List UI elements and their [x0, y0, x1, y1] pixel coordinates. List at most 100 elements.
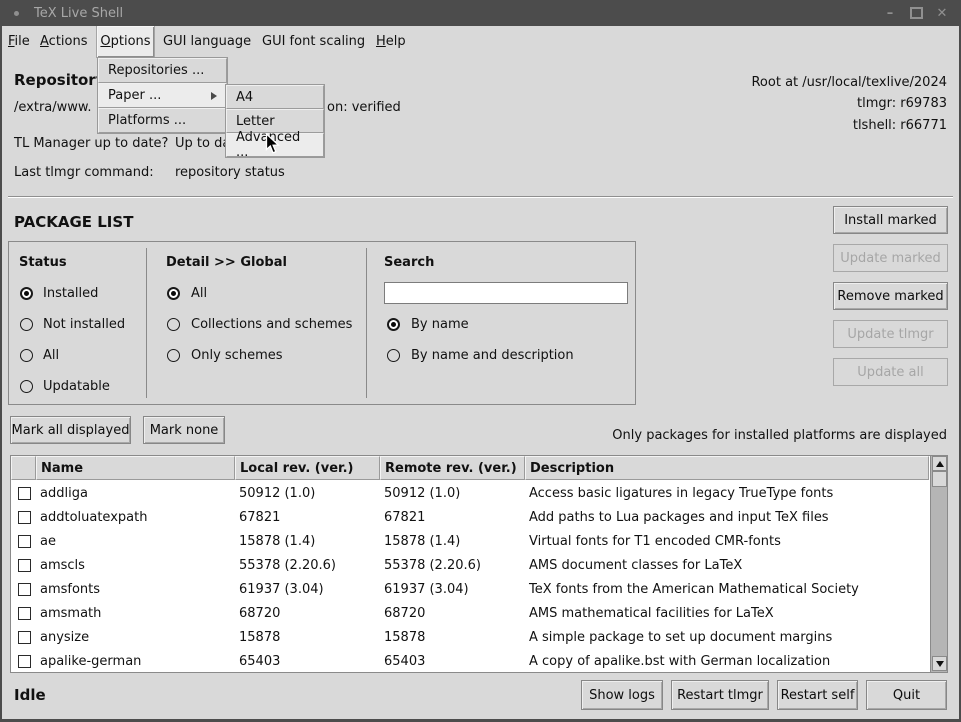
detail-option-schemes[interactable]: Only schemes	[191, 348, 283, 363]
cell-name: amsmath	[36, 601, 235, 625]
table-row[interactable]: amsfonts 61937 (3.04) 61937 (3.04) TeX f…	[11, 577, 929, 601]
install-marked-button[interactable]: Install marked	[833, 206, 948, 234]
restart-tlmgr-button[interactable]: Restart tlmgr	[671, 680, 769, 710]
root-path: Root at /usr/local/texlive/2024	[751, 75, 947, 90]
cell-name: anysize	[36, 625, 235, 649]
scrollbar-thumb[interactable]	[932, 471, 947, 487]
scrollbar-up-icon[interactable]	[932, 456, 947, 471]
table-row[interactable]: amscls 55378 (2.20.6) 55378 (2.20.6) AMS…	[11, 553, 929, 577]
menu-item-paper[interactable]: Paper ...	[98, 83, 227, 108]
menu-item-repositories[interactable]: Repositories ...	[98, 58, 227, 83]
row-checkbox[interactable]	[18, 607, 31, 620]
menu-file[interactable]: File	[8, 26, 30, 57]
remove-marked-button[interactable]: Remove marked	[833, 282, 948, 310]
cell-desc: A copy of apalike.bst with German locali…	[525, 649, 929, 673]
status-radio-not-installed[interactable]	[20, 318, 33, 331]
options-dropdown: Repositories ... Paper ... Platforms ...	[97, 57, 228, 134]
table-header-row: Name Local rev. (ver.) Remote rev. (ver.…	[11, 456, 929, 480]
menu-gui-font-scaling[interactable]: GUI font scaling	[262, 26, 365, 57]
menu-help[interactable]: Help	[376, 26, 406, 57]
status-state: Idle	[14, 686, 46, 704]
cell-remote: 65403	[380, 649, 525, 673]
minimize-icon[interactable]: –	[877, 3, 903, 23]
cell-name: apalike-german	[36, 649, 235, 673]
detail-radio-collections[interactable]	[167, 318, 180, 331]
cell-remote: 55378 (2.20.6)	[380, 553, 525, 577]
cell-local: 15878 (1.4)	[235, 529, 380, 553]
show-logs-button[interactable]: Show logs	[581, 680, 663, 710]
row-checkbox[interactable]	[18, 631, 31, 644]
close-icon[interactable]: ✕	[929, 3, 955, 23]
window-title: TeX Live Shell	[34, 6, 123, 21]
status-option-installed[interactable]: Installed	[43, 286, 98, 301]
header-remote-rev[interactable]: Remote rev. (ver.)	[380, 456, 525, 480]
window-border-left	[0, 0, 2, 722]
maximize-icon[interactable]	[903, 3, 929, 23]
search-option-by-name-desc[interactable]: By name and description	[411, 348, 574, 363]
detail-radio-all[interactable]	[167, 287, 180, 300]
repository-url: /extra/www.	[14, 100, 91, 115]
search-option-by-name[interactable]: By name	[411, 317, 469, 332]
package-list-heading: PACKAGE LIST	[14, 213, 133, 231]
repository-heading: Repository	[14, 71, 106, 89]
table-row[interactable]: apalike-german 65403 65403 A copy of apa…	[11, 649, 929, 673]
menu-actions[interactable]: Actions	[40, 26, 88, 57]
verification-status: on: verified	[327, 100, 401, 115]
menu-item-platforms[interactable]: Platforms ...	[98, 108, 227, 133]
uptodate-label: TL Manager up to date?	[14, 136, 168, 151]
mark-all-displayed-button[interactable]: Mark all displayed	[10, 416, 131, 444]
restart-self-button[interactable]: Restart self	[777, 680, 858, 710]
search-input[interactable]	[384, 282, 628, 304]
cell-name: ae	[36, 529, 235, 553]
mouse-cursor-icon	[265, 133, 280, 155]
update-all-button: Update all	[833, 358, 948, 386]
table-row[interactable]: anysize 15878 15878 A simple package to …	[11, 625, 929, 649]
row-checkbox[interactable]	[18, 559, 31, 572]
header-description[interactable]: Description	[525, 456, 929, 480]
row-checkbox[interactable]	[18, 583, 31, 596]
cell-name: amscls	[36, 553, 235, 577]
table-row[interactable]: ae 15878 (1.4) 15878 (1.4) Virtual fonts…	[11, 529, 929, 553]
row-checkbox[interactable]	[18, 487, 31, 500]
cell-remote: 67821	[380, 505, 525, 529]
row-checkbox[interactable]	[18, 655, 31, 668]
table-row[interactable]: amsmath 68720 68720 AMS mathematical fac…	[11, 601, 929, 625]
cell-desc: Access basic ligatures in legacy TrueTyp…	[525, 481, 929, 505]
filter-separator-1	[146, 248, 147, 398]
filter-separator-2	[366, 248, 367, 398]
detail-option-collections[interactable]: Collections and schemes	[191, 317, 352, 332]
mark-none-button[interactable]: Mark none	[143, 416, 225, 444]
cell-remote: 15878	[380, 625, 525, 649]
table-row[interactable]: addtoluatexpath 67821 67821 Add paths to…	[11, 505, 929, 529]
submenu-item-a4[interactable]: A4	[226, 85, 324, 109]
header-name[interactable]: Name	[36, 456, 235, 480]
section-separator-highlight	[8, 197, 953, 198]
status-option-all[interactable]: All	[43, 348, 59, 363]
cell-local: 15878	[235, 625, 380, 649]
cell-desc: Virtual fonts for T1 encoded CMR-fonts	[525, 529, 929, 553]
status-option-updatable[interactable]: Updatable	[43, 379, 110, 394]
cell-remote: 61937 (3.04)	[380, 577, 525, 601]
cell-local: 67821	[235, 505, 380, 529]
scrollbar-down-icon[interactable]	[932, 656, 947, 671]
cell-name: amsfonts	[36, 577, 235, 601]
detail-option-all[interactable]: All	[191, 286, 207, 301]
search-radio-by-name-desc[interactable]	[387, 349, 400, 362]
table-row[interactable]: addliga 50912 (1.0) 50912 (1.0) Access b…	[11, 481, 929, 505]
menu-options[interactable]: Options	[97, 26, 154, 57]
status-label: Status	[19, 255, 67, 270]
status-radio-installed[interactable]	[20, 287, 33, 300]
status-radio-all[interactable]	[20, 349, 33, 362]
table-scrollbar[interactable]	[930, 456, 947, 672]
menu-gui-language[interactable]: GUI language	[163, 26, 251, 57]
row-checkbox[interactable]	[18, 535, 31, 548]
row-checkbox[interactable]	[18, 511, 31, 524]
search-radio-by-name[interactable]	[387, 318, 400, 331]
search-label: Search	[384, 255, 434, 270]
quit-button[interactable]: Quit	[866, 680, 947, 710]
detail-radio-schemes[interactable]	[167, 349, 180, 362]
status-radio-updatable[interactable]	[20, 380, 33, 393]
platforms-note: Only packages for installed platforms ar…	[612, 428, 947, 443]
status-option-not-installed[interactable]: Not installed	[43, 317, 125, 332]
header-local-rev[interactable]: Local rev. (ver.)	[235, 456, 380, 480]
